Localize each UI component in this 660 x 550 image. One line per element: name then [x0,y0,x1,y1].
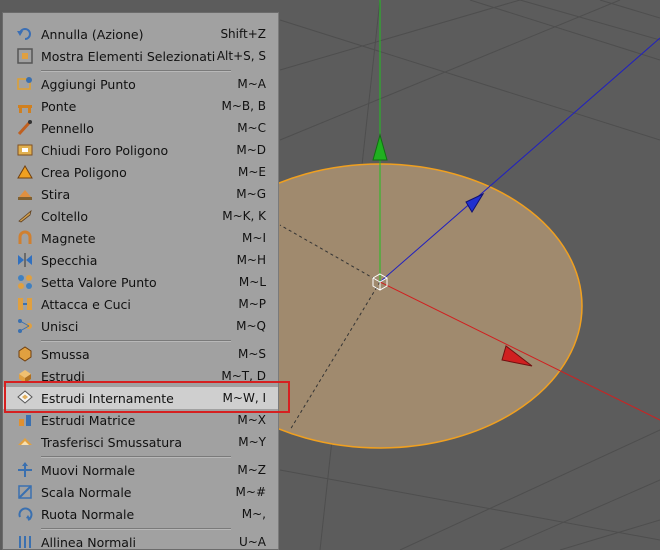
menu-item-frame-selected[interactable]: Mostra Elementi Selezionati Alt+S, S [3,45,278,67]
knife-icon [16,207,34,225]
menu-item-shortcut: U~A [238,535,266,549]
menu-item-shortcut: M~D [236,143,266,157]
menu-item-label: Estrudi Internamente [41,390,174,406]
frame-selected-icon [16,47,34,65]
menu-item-shortcut: M~, [241,507,266,521]
undo-icon [16,25,34,43]
context-menu[interactable]: Annulla (Azione) Shift+Z Mostra Elementi S… [2,12,279,550]
menu-item-label: Smussa [41,346,90,362]
bridge-icon [16,97,34,115]
menu-item-label: Estrudi Matrice [41,412,136,428]
menu-item-add-point[interactable]: Aggiungi Punto M~A [3,73,278,95]
menu-item-mirror[interactable]: Specchia M~H [3,249,278,271]
extrude-inner-icon [16,389,34,407]
weld-icon [16,317,34,335]
normal-rotate-icon [16,505,34,523]
menu-item-shortcut: Alt+S, S [216,49,266,63]
menu-item-normal-rotate[interactable]: Ruota Normale M~, [3,503,278,525]
menu-item-matrix-extrude[interactable]: Estrudi Matrice M~X [3,409,278,431]
menu-item-normal-scale[interactable]: Scala Normale M~# [3,481,278,503]
menu-item-shortcut: M~L [238,275,266,289]
iron-icon [16,185,34,203]
menu-item-shortcut: M~T, D [221,369,266,383]
menu-item-label: Mostra Elementi Selezionati [41,48,216,64]
menu-item-iron[interactable]: Stira M~G [3,183,278,205]
menu-item-magnet[interactable]: Magnete M~I [3,227,278,249]
menu-item-shortcut: M~# [235,485,266,499]
set-point-value-icon [16,273,34,291]
menu-item-shortcut: M~Q [236,319,266,333]
menu-item-label: Muovi Normale [41,462,136,478]
menu-item-close-hole[interactable]: Chiudi Foro Poligono M~D [3,139,278,161]
menu-item-normal-move[interactable]: Muovi Normale M~Z [3,459,278,481]
menu-item-smooth-shift[interactable]: Trasferisci Smussatura M~Y [3,431,278,453]
menu-item-brush[interactable]: Pennello M~C [3,117,278,139]
close-hole-icon [16,141,34,159]
menu-item-label: Estrudi [41,368,85,384]
menu-item-shortcut: M~Y [238,435,266,449]
menu-item-shortcut: M~C [237,121,266,135]
menu-item-shortcut: Shift+Z [220,27,266,41]
matrix-extrude-icon [16,411,34,429]
menu-item-shortcut: M~I [242,231,266,245]
menu-item-label: Magnete [41,230,96,246]
menu-item-shortcut: M~E [238,165,266,179]
menu-separator [41,528,231,530]
menu-item-shortcut: M~G [236,187,266,201]
normal-move-icon [16,461,34,479]
menu-item-shortcut: M~K, K [222,209,266,223]
menu-item-label: Stira [41,186,71,202]
create-polygon-icon [16,163,34,181]
menu-item-set-point-value[interactable]: Setta Valore Punto M~L [3,271,278,293]
menu-item-label: Trasferisci Smussatura [41,434,182,450]
menu-item-shortcut: M~S [237,347,266,361]
menu-item-shortcut: M~H [236,253,266,267]
menu-separator [41,340,231,342]
menu-item-label: Allinea Normali [41,534,136,550]
menu-item-shortcut: M~W, I [222,391,266,405]
menu-item-bridge[interactable]: Ponte M~B, B [3,95,278,117]
menu-item-extrude[interactable]: Estrudi M~T, D [3,365,278,387]
menu-item-align-normals[interactable]: Allinea Normali U~A [3,531,278,550]
menu-item-shortcut: M~P [238,297,266,311]
menu-item-label: Coltello [41,208,89,224]
menu-item-knife[interactable]: Coltello M~K, K [3,205,278,227]
menu-item-label: Attacca e Cuci [41,296,131,312]
menu-item-label: Specchia [41,252,98,268]
extrude-icon [16,367,34,385]
menu-item-label: Unisci [41,318,79,334]
axis-y-handle-icon[interactable] [372,133,388,161]
menu-item-label: Scala Normale [41,484,132,500]
menu-separator [41,456,231,458]
menu-item-label: Ponte [41,98,77,114]
menu-item-label: Ruota Normale [41,506,135,522]
smooth-shift-icon [16,433,34,451]
menu-item-shortcut: M~A [237,77,266,91]
align-normals-icon [16,533,34,549]
menu-item-label: Annulla (Azione) [41,26,144,42]
add-point-icon [16,75,34,93]
menu-item-shortcut: M~X [237,413,266,427]
menu-item-shortcut: M~Z [237,463,266,477]
mirror-icon [16,251,34,269]
normal-scale-icon [16,483,34,501]
menu-item-label: Setta Valore Punto [41,274,157,290]
brush-icon [16,119,34,137]
menu-item-create-polygon[interactable]: Crea Poligono M~E [3,161,278,183]
menu-item-weld[interactable]: Unisci M~Q [3,315,278,337]
menu-item-label: Aggiungi Punto [41,76,136,92]
menu-item-extrude-inner[interactable]: Estrudi Internamente M~W, I [3,387,278,409]
menu-item-undo[interactable]: Annulla (Azione) Shift+Z [3,23,278,45]
magnet-icon [16,229,34,247]
menu-separator [41,70,231,72]
menu-item-label: Chiudi Foro Poligono [41,142,169,158]
stitch-sew-icon [16,295,34,313]
menu-item-bevel[interactable]: Smussa M~S [3,343,278,365]
menu-item-shortcut: M~B, B [221,99,266,113]
menu-item-stitch-sew[interactable]: Attacca e Cuci M~P [3,293,278,315]
menu-item-label: Pennello [41,120,94,136]
bevel-icon [16,345,34,363]
menu-item-label: Crea Poligono [41,164,127,180]
